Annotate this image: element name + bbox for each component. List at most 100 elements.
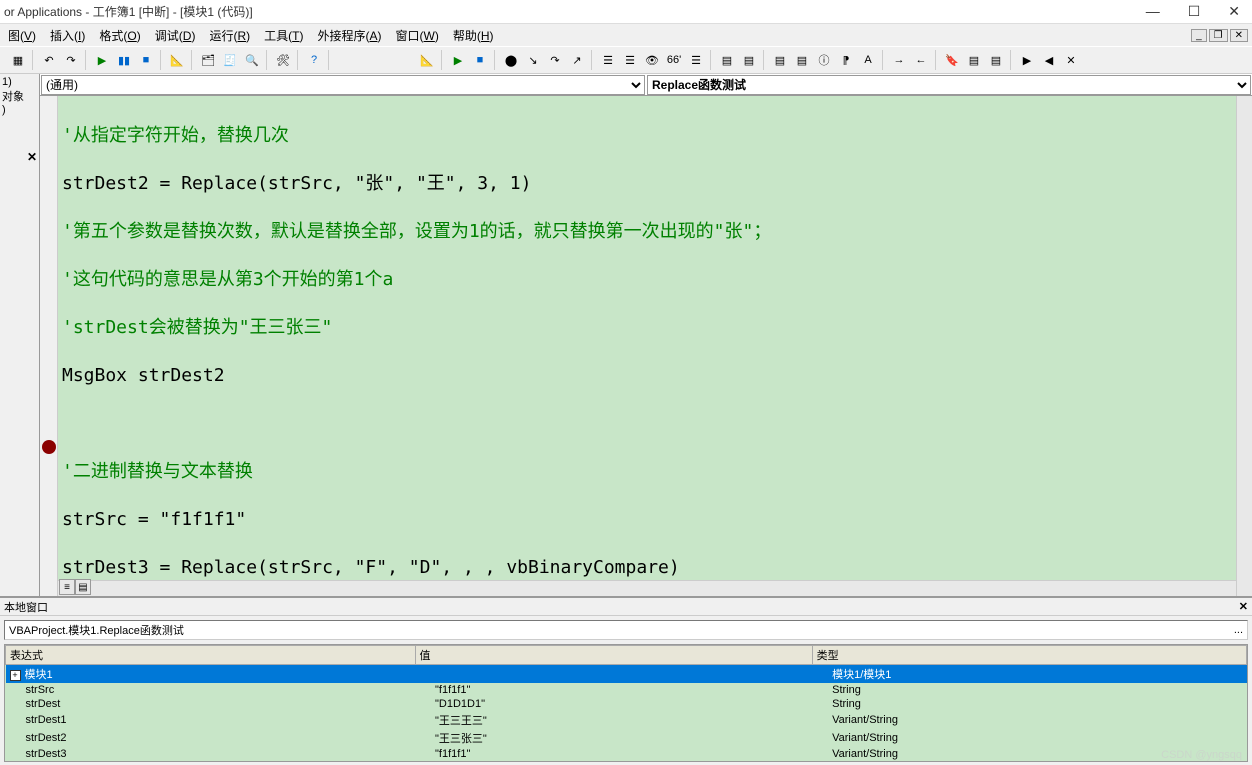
redo-button[interactable]: ↷ [61, 50, 81, 70]
maximize-button[interactable]: ☐ [1180, 3, 1209, 20]
code-line: '从指定字符开始，替换几次 [62, 125, 289, 146]
menu-window[interactable]: 窗口(W) [390, 25, 445, 46]
minimize-button[interactable]: — [1138, 3, 1168, 20]
pause-button[interactable]: ▮▮ [114, 50, 134, 70]
code-line: 'strDest会被替换为"王三张三" [62, 317, 332, 338]
tb2-stop-button[interactable]: ■ [470, 50, 490, 70]
next-bookmark-button[interactable]: ▶ [1017, 50, 1037, 70]
complete-word-button[interactable]: A [858, 50, 878, 70]
locals-row[interactable]: strDest3"f1f1f1"Variant/String [6, 747, 1247, 761]
tree-item[interactable]: 对象 [2, 88, 37, 104]
tb3-icon2[interactable]: ▤ [739, 50, 759, 70]
project-explorer-button[interactable]: 🗂 [198, 50, 218, 70]
col-value[interactable]: 值 [415, 646, 812, 665]
locals-row[interactable]: +模块1模块1/模块1 [6, 665, 1247, 684]
step-into-button[interactable]: ↘ [523, 50, 543, 70]
toggle-breakpoint-button[interactable]: ⬤ [501, 50, 521, 70]
locals-close-button[interactable]: ✕ [1239, 600, 1248, 613]
toolbar: ▦ ↶ ↷ ▶ ▮▮ ■ 📐 🗂 🧾 🔍 🛠 ? 📐 ▶ ■ ⬤ ↘ ↷ ↗ ☰… [0, 46, 1252, 74]
window-controls: — ☐ ✕ [1138, 3, 1248, 20]
quick-info-button[interactable]: ⓘ [814, 50, 834, 70]
clear-bookmarks-button[interactable]: ✕ [1061, 50, 1081, 70]
quick-watch-button[interactable]: 66' [664, 50, 684, 70]
col-type[interactable]: 类型 [812, 646, 1246, 665]
uncomment-block-button[interactable]: ▤ [986, 50, 1006, 70]
menu-debug[interactable]: 调试(D) [149, 25, 202, 46]
code-editor[interactable]: '从指定字符开始，替换几次 strDest2 = Replace(strSrc,… [40, 96, 1252, 596]
menu-help[interactable]: 帮助(H) [447, 25, 500, 46]
list-properties-button[interactable]: ▤ [770, 50, 790, 70]
design-mode-button[interactable]: 📐 [167, 50, 187, 70]
toolbox-button[interactable]: 🛠 [273, 50, 293, 70]
properties-button[interactable]: 🧾 [220, 50, 240, 70]
run-button[interactable]: ▶ [92, 50, 112, 70]
locals-panel: 本地窗口 ✕ VBAProject.模块1.Replace函数测试 ... 表达… [0, 596, 1252, 762]
prev-bookmark-button[interactable]: ◀ [1039, 50, 1059, 70]
locals-row[interactable]: strSrc"f1f1f1"String [6, 683, 1247, 697]
outdent-button[interactable]: ← [911, 50, 931, 70]
full-module-view-button[interactable]: ▤ [75, 579, 91, 595]
object-dropdown[interactable]: (通用) [41, 75, 645, 95]
tree-item[interactable]: 1) [2, 76, 37, 88]
breakpoint-icon[interactable] [42, 440, 56, 454]
mdi-controls: _ ❐ ✕ [1191, 29, 1248, 42]
menu-tools[interactable]: 工具(T) [258, 25, 309, 46]
horizontal-scrollbar[interactable] [58, 580, 1236, 596]
expand-icon[interactable]: + [10, 670, 21, 681]
locals-title: 本地窗口 [4, 599, 48, 615]
gutter[interactable] [40, 96, 58, 596]
menu-format[interactable]: 格式(O) [93, 25, 146, 46]
panel-close-icon[interactable]: ✕ [27, 150, 37, 164]
immediate-window-button[interactable]: ☰ [620, 50, 640, 70]
excel-icon[interactable]: ▦ [8, 50, 28, 70]
locals-row[interactable]: strDest1"王三王三"Variant/String [6, 711, 1247, 729]
mdi-restore-button[interactable]: ❐ [1209, 29, 1228, 42]
locals-context: VBAProject.模块1.Replace函数测试 ... [4, 620, 1248, 640]
window-title: or Applications - 工作簿1 [中断] - [模块1 (代码)] [4, 3, 253, 20]
close-button[interactable]: ✕ [1220, 3, 1248, 20]
locals-table: 表达式 值 类型 +模块1模块1/模块1strSrc"f1f1f1"String… [4, 644, 1248, 762]
locals-row[interactable]: strDest2"王三张三"Variant/String [6, 729, 1247, 747]
context-dropdown-button[interactable]: ... [1234, 624, 1243, 636]
step-out-button[interactable]: ↗ [567, 50, 587, 70]
menu-view[interactable]: 图(V) [2, 25, 42, 46]
project-panel: ✕ 1) 对象 ) [0, 74, 40, 596]
mdi-minimize-button[interactable]: _ [1191, 29, 1207, 42]
code-line: strSrc = "f1f1f1" [62, 509, 246, 530]
locals-window-button[interactable]: ☰ [598, 50, 618, 70]
indent-button[interactable]: → [889, 50, 909, 70]
stop-button[interactable]: ■ [136, 50, 156, 70]
code-line: strDest3 = Replace(strSrc, "F", "D", , ,… [62, 557, 680, 578]
watch-window-button[interactable]: 👁 [642, 50, 662, 70]
locals-context-text: VBAProject.模块1.Replace函数测试 [9, 622, 184, 638]
code-line: '二进制替换与文本替换 [62, 461, 253, 482]
call-stack-button[interactable]: ☰ [686, 50, 706, 70]
undo-button[interactable]: ↶ [39, 50, 59, 70]
menu-addins[interactable]: 外接程序(A) [311, 25, 387, 46]
main-area: ✕ 1) 对象 ) (通用) Replace函数测试 '从指定字符开始，替换几次… [0, 74, 1252, 596]
comment-block-button[interactable]: ▤ [964, 50, 984, 70]
parameter-info-button[interactable]: ⁋ [836, 50, 856, 70]
procedure-view-button[interactable]: ≡ [59, 579, 75, 595]
code-line: MsgBox strDest2 [62, 365, 225, 386]
vertical-scrollbar[interactable] [1236, 96, 1252, 596]
tb2-run-button[interactable]: ▶ [448, 50, 468, 70]
menu-run[interactable]: 运行(R) [203, 25, 256, 46]
tree-item[interactable]: ) [2, 104, 37, 116]
project-tree[interactable]: 1) 对象 ) [0, 74, 39, 118]
code-content[interactable]: '从指定字符开始，替换几次 strDest2 = Replace(strSrc,… [40, 96, 1252, 596]
tb3-icon[interactable]: ▤ [717, 50, 737, 70]
locals-row[interactable]: strDest"D1D1D1"String [6, 697, 1247, 711]
col-expression[interactable]: 表达式 [6, 646, 416, 665]
procedure-dropdown[interactable]: Replace函数测试 [647, 75, 1251, 95]
code-dropdowns: (通用) Replace函数测试 [40, 74, 1252, 96]
menu-insert[interactable]: 插入(I) [44, 25, 91, 46]
help-button[interactable]: ? [304, 50, 324, 70]
bookmark-button[interactable]: 🔖 [942, 50, 962, 70]
code-area: (通用) Replace函数测试 '从指定字符开始，替换几次 strDest2 … [40, 74, 1252, 596]
object-browser-button[interactable]: 🔍 [242, 50, 262, 70]
list-constants-button[interactable]: ▤ [792, 50, 812, 70]
mdi-close-button[interactable]: ✕ [1230, 29, 1248, 42]
tb2-icon[interactable]: 📐 [417, 50, 437, 70]
step-over-button[interactable]: ↷ [545, 50, 565, 70]
